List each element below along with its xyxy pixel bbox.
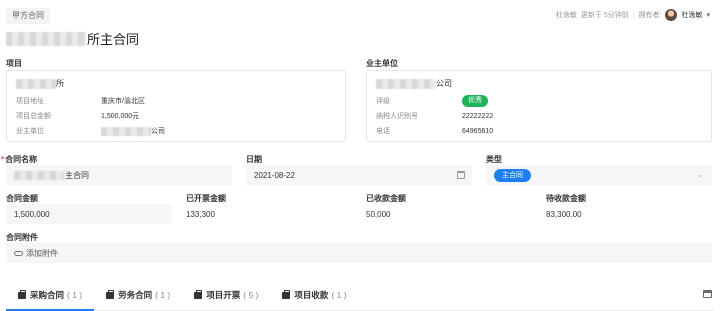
rating-badge: 优秀 (462, 95, 488, 107)
contract-amount-input[interactable]: 1,500,000 (6, 204, 172, 224)
briefcase-icon (282, 289, 291, 299)
updated-time: 更新于 5分钟前 (580, 12, 629, 19)
pending-amount-value: 83,300.00 (546, 210, 582, 219)
add-attachment-button[interactable]: 添加附件 (6, 243, 712, 263)
chevron-down-icon[interactable]: ▾ (706, 11, 710, 19)
redacted-text (376, 78, 436, 89)
phone-row: 电话 64965610 (376, 127, 494, 136)
tab-purchase-contract[interactable]: 采购合同 ( 1 ) (6, 282, 95, 311)
briefcase-icon (194, 289, 203, 299)
title-text: 所主合同 (87, 32, 140, 47)
chevron-down-icon: ⌄ (697, 170, 704, 179)
date-label: 日期 (246, 155, 262, 164)
paperclip-icon (14, 250, 23, 256)
page-title: 所主合同 (6, 29, 139, 48)
contract-amount-label: 合同金额 (6, 194, 38, 203)
redacted-text (16, 78, 56, 89)
divider: | (632, 11, 635, 19)
received-amount-value: 50,000 (366, 210, 391, 219)
project-section-label: 项目 (6, 59, 22, 68)
avatar[interactable] (665, 9, 678, 21)
related-tabs: 采购合同 ( 1 ) 劳务合同 ( 1 ) 项目开票 ( 5 ) 项目收款 ( … (6, 282, 714, 311)
contract-name-label: *合同名称 (1, 155, 38, 164)
tax-id-row: 纳税人识别号 22222222 (376, 112, 494, 121)
tab-project-receipts[interactable]: 项目收款 ( 1 ) (270, 282, 358, 308)
updated-by[interactable]: 杜逸敏 (556, 10, 577, 20)
type-label: 类型 (486, 155, 502, 164)
rating-row: 评级 优秀 (376, 95, 488, 107)
layout-toggle-icon[interactable] (703, 290, 712, 298)
contract-name-input[interactable]: 主合同 (6, 165, 232, 185)
received-amount-label: 已收款金额 (366, 194, 406, 203)
briefcase-icon (106, 289, 115, 299)
project-card[interactable]: 所 项目地址 重庆市/渝北区 项目总金额 1,500,000元 业主单位 公司 (6, 70, 346, 142)
project-name[interactable]: 所 (16, 78, 64, 89)
attachment-label: 合同附件 (6, 233, 38, 242)
owner-unit-card[interactable]: 公司 评级 优秀 纳税人识别号 22222222 电话 64965610 (366, 70, 712, 142)
record-meta: 杜逸敏 更新于 5分钟前 | 拥有者: 杜逸敏 ▾ (556, 9, 710, 21)
redacted-text (6, 31, 86, 46)
required-marker: * (1, 155, 5, 164)
project-owner-row: 业主单位 公司 (16, 126, 165, 136)
invoiced-amount-value: 133,300 (186, 210, 215, 219)
invoiced-amount-label: 已开票金额 (186, 194, 226, 203)
redacted-text (101, 126, 151, 136)
owner-unit-name[interactable]: 公司 (376, 78, 452, 89)
project-amount-row: 项目总金额 1,500,000元 (16, 113, 140, 120)
owner-name[interactable]: 杜逸敏 (681, 10, 702, 20)
record-type-tag: 甲方合同 (6, 8, 50, 24)
type-select[interactable]: 主合同 ⌄ (486, 165, 712, 185)
pending-amount-label: 待收款金额 (546, 194, 586, 203)
type-badge: 主合同 (494, 168, 531, 182)
tab-labor-contract[interactable]: 劳务合同 ( 1 ) (94, 282, 182, 308)
project-address-row: 项目地址 重庆市/渝北区 (16, 98, 145, 105)
owner-label: 拥有者: (638, 12, 662, 19)
tab-project-invoicing[interactable]: 项目开票 ( 5 ) (182, 282, 270, 308)
briefcase-icon (18, 289, 26, 299)
redacted-text (14, 170, 64, 180)
calendar-icon (457, 171, 465, 179)
owner-unit-section-label: 业主单位 (366, 59, 398, 68)
date-picker[interactable]: 2021-08-22 (246, 165, 472, 185)
